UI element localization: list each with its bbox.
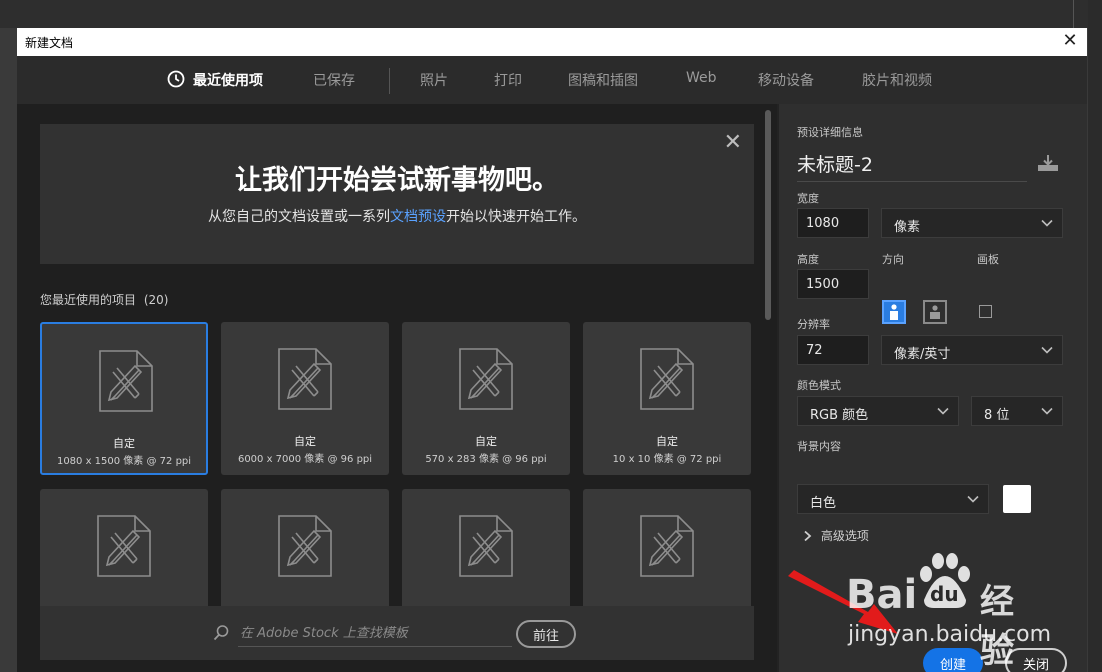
recent-item-name: 自定	[113, 437, 135, 450]
tab-print[interactable]: 打印	[494, 70, 522, 90]
recent-scrollbar[interactable]	[765, 110, 771, 320]
banner-text-after: 开始以快速开始工作。	[446, 209, 586, 225]
recent-items-title: 您最近使用的项目	[40, 293, 137, 307]
width-field[interactable]: 1080	[797, 208, 869, 238]
width-unit-select[interactable]: 像素	[881, 208, 1063, 238]
resolution-label: 分辨率	[797, 318, 830, 331]
save-preset-icon[interactable]	[1037, 154, 1059, 176]
recent-items-heading: 您最近使用的项目 (20)	[40, 291, 168, 308]
tab-web[interactable]: Web	[686, 70, 717, 86]
tab-recent[interactable]: 最近使用项	[167, 70, 263, 92]
host-app-background	[0, 0, 1102, 28]
search-icon	[212, 624, 230, 646]
advanced-options-label: 高级选项	[820, 529, 869, 543]
color-mode-label: 颜色模式	[797, 379, 841, 392]
tab-recent-label: 最近使用项	[193, 73, 263, 89]
document-preset-icon	[99, 350, 153, 416]
bit-depth-value: 8 位	[984, 408, 1010, 423]
host-divider	[1073, 0, 1074, 28]
recent-item-size: 570 x 283 像素 @ 96 ppi	[425, 454, 547, 465]
tab-mobile[interactable]: 移动设备	[758, 70, 814, 90]
document-preset-icon	[640, 515, 694, 581]
resolution-unit-select[interactable]: 像素/英寸	[881, 335, 1063, 365]
recent-item[interactable]: 自定 10 x 10 像素 @ 72 ppi	[583, 322, 751, 475]
height-label: 高度	[797, 253, 819, 266]
chevron-down-icon	[1040, 216, 1054, 234]
recent-item[interactable]: 自定 570 x 283 像素 @ 96 ppi	[402, 322, 570, 475]
preset-tabs: 最近使用项 已保存 照片 打印 图稿和插图 Web 移动设备 胶片和视频	[17, 56, 1087, 104]
color-mode-select[interactable]: RGB 颜色	[797, 396, 959, 426]
dialog-title: 新建文档	[25, 36, 74, 50]
stock-search-bar: 前往	[40, 606, 754, 660]
document-presets-link[interactable]: 文档预设	[390, 209, 446, 225]
document-preset-icon	[459, 515, 513, 581]
create-button[interactable]: 创建	[923, 648, 983, 672]
recent-item-name: 自定	[656, 435, 678, 448]
dialog-titlebar: 新建文档 ✕	[17, 28, 1087, 56]
background-color-swatch[interactable]	[1003, 485, 1031, 513]
width-label: 宽度	[797, 192, 819, 205]
tab-photo[interactable]: 照片	[420, 70, 448, 90]
watermark-brand-left: Bai	[846, 572, 918, 618]
document-preset-icon	[640, 348, 694, 414]
chevron-down-icon	[1040, 343, 1054, 361]
go-button[interactable]: 前往	[516, 620, 576, 648]
tab-divider	[389, 68, 390, 94]
recent-item-size: 10 x 10 像素 @ 72 ppi	[612, 454, 722, 465]
recent-item[interactable]: 自定 6000 x 7000 像素 @ 96 ppi	[221, 322, 389, 475]
dismiss-banner-icon[interactable]: ✕	[724, 130, 742, 155]
orientation-label: 方向	[882, 253, 904, 266]
background-value: 白色	[810, 496, 837, 511]
stock-search-input[interactable]	[238, 620, 512, 647]
close-icon[interactable]: ✕	[1059, 30, 1081, 52]
close-button[interactable]: 关闭	[1005, 648, 1067, 672]
landscape-orientation-button[interactable]	[923, 300, 947, 324]
recent-panel: ✕ 让我们开始尝试新事物吧。 从您自己的文档设置或一系列文档预设开始以快速开始工…	[17, 104, 777, 672]
background-select[interactable]: 白色	[797, 484, 989, 514]
recent-items-count: (20)	[143, 293, 169, 307]
artboard-checkbox[interactable]	[979, 305, 992, 318]
chevron-down-icon	[1040, 404, 1054, 422]
recent-item-name: 自定	[475, 435, 497, 448]
document-preset-icon	[278, 348, 332, 414]
artboard-label: 画板	[977, 253, 999, 266]
height-field[interactable]: 1500	[797, 269, 869, 299]
chevron-down-icon	[966, 492, 980, 510]
host-right-edge	[1088, 0, 1102, 672]
bit-depth-select[interactable]: 8 位	[971, 396, 1063, 426]
recent-item-size: 6000 x 7000 像素 @ 96 ppi	[237, 454, 373, 465]
welcome-banner: ✕ 让我们开始尝试新事物吧。 从您自己的文档设置或一系列文档预设开始以快速开始工…	[40, 124, 754, 264]
document-preset-icon	[459, 348, 513, 414]
portrait-orientation-button[interactable]	[882, 300, 906, 324]
chevron-down-icon	[936, 404, 950, 422]
banner-text-before: 从您自己的文档设置或一系列	[208, 209, 390, 225]
watermark-url: jingyan.baidu.com	[848, 622, 1052, 647]
recent-item-name: 自定	[294, 435, 316, 448]
tab-film-video[interactable]: 胶片和视频	[862, 70, 932, 90]
preset-name-field[interactable]: 未标题-2	[797, 150, 1027, 182]
background-label: 背景内容	[797, 440, 841, 453]
tab-saved[interactable]: 已保存	[313, 70, 355, 90]
document-preset-icon	[278, 515, 332, 581]
tab-art-illustration[interactable]: 图稿和插图	[568, 70, 638, 90]
color-mode-value: RGB 颜色	[810, 408, 869, 423]
watermark-brand-mid: du	[930, 582, 959, 606]
resolution-unit-value: 像素/英寸	[894, 347, 951, 362]
recent-item[interactable]: 自定 1080 x 1500 像素 @ 72 ppi	[40, 322, 208, 475]
details-heading: 预设详细信息	[797, 126, 863, 139]
width-unit-value: 像素	[894, 220, 921, 235]
advanced-options-toggle[interactable]: 高级选项	[803, 527, 869, 544]
document-preset-icon	[97, 515, 151, 581]
banner-text: 从您自己的文档设置或一系列文档预设开始以快速开始工作。	[40, 206, 754, 226]
resolution-field[interactable]: 72	[797, 335, 869, 365]
banner-heading: 让我们开始尝试新事物吧。	[235, 165, 559, 196]
clock-icon	[167, 70, 185, 92]
recent-item-size: 1080 x 1500 像素 @ 72 ppi	[56, 456, 192, 467]
chevron-right-icon	[803, 529, 813, 543]
